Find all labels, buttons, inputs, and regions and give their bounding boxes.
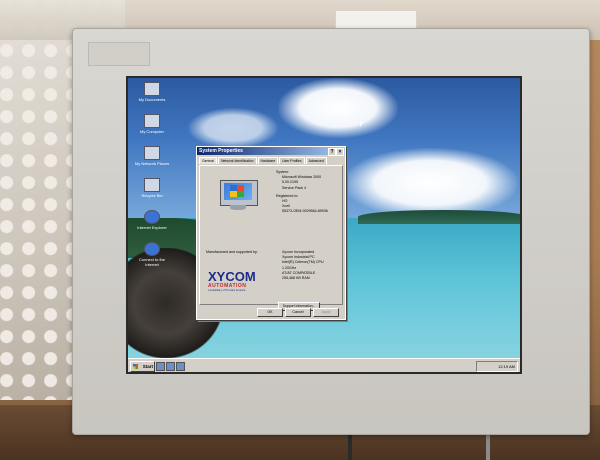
help-button[interactable]: ?	[328, 148, 336, 156]
service-pack: Service Pack 4	[282, 185, 306, 190]
wallpaper-cloud	[278, 78, 398, 138]
clock[interactable]: 12:19 AM	[498, 364, 515, 369]
ie-icon	[144, 210, 160, 224]
quicklaunch-ie-icon[interactable]	[156, 362, 165, 371]
desktop-icon-my-documents[interactable]: My Documents	[132, 82, 172, 112]
desktop-icon-connect-internet[interactable]: Connect to the Internet	[132, 242, 172, 272]
desktop-icons: My Documents My Computer My Network Plac…	[132, 82, 172, 274]
tab-network-identification[interactable]: Network Identification	[218, 157, 257, 164]
start-label: Start	[142, 364, 153, 369]
cancel-button[interactable]: Cancel	[285, 308, 311, 317]
dialog-title: System Properties	[199, 148, 243, 154]
network-icon	[144, 146, 160, 160]
xycom-logo-tagline: a subsidiary of Pro-face America	[208, 289, 246, 292]
quicklaunch-desktop-icon[interactable]	[166, 362, 175, 371]
bezel-badge	[88, 42, 150, 66]
wallpaper-island	[358, 210, 520, 224]
connect-icon	[144, 242, 160, 256]
xycom-logo: XYCOM AUTOMATION a subsidiary of Pro-fac…	[208, 269, 272, 292]
windows-computer-icon	[220, 180, 258, 210]
close-button[interactable]: ×	[336, 148, 344, 156]
windows-flag-icon	[133, 364, 138, 369]
tab-general[interactable]: General	[199, 157, 218, 164]
desktop-icon-my-computer[interactable]: My Computer	[132, 114, 172, 144]
system-tray: 12:19 AM	[476, 361, 518, 372]
tab-hardware[interactable]: Hardware	[257, 157, 279, 164]
wallpaper-cloud	[188, 108, 278, 148]
desktop-icon-my-network-places[interactable]: My Network Places	[132, 146, 172, 176]
start-button[interactable]: Start	[130, 361, 155, 372]
wallpaper-cloud	[343, 148, 518, 218]
system-info: System: Microsoft Windows 2000 5.00.2195…	[276, 170, 328, 215]
computer-icon	[144, 114, 160, 128]
tab-advanced[interactable]: Advanced	[305, 157, 327, 164]
recycle-bin-icon	[144, 178, 160, 192]
dialog-tabs: General Network Identification Hardware …	[199, 157, 343, 164]
product-id: 55373-OEM-0029564-89936	[282, 209, 328, 214]
desktop-icon-recycle-bin[interactable]: Recycle Bin	[132, 178, 172, 208]
folder-icon	[144, 82, 160, 96]
cpu-name: Intel(R) Celeron(TM) CPU	[282, 260, 324, 265]
ok-button[interactable]: OK	[257, 308, 283, 317]
tab-user-profiles[interactable]: User Profiles	[279, 157, 305, 164]
desktop-icon-internet-explorer[interactable]: Internet Explorer	[132, 210, 172, 240]
apply-button[interactable]: Apply	[313, 308, 339, 317]
monitor-screen: My Documents My Computer My Network Plac…	[126, 76, 522, 374]
xycom-logo-word: XYCOM	[208, 269, 256, 284]
dialog-titlebar[interactable]: System Properties ? ×	[197, 147, 345, 156]
quicklaunch-outlook-icon[interactable]	[176, 362, 185, 371]
manufacturer-info: Xycom Incorporated Xycom Industrial PC I…	[282, 250, 324, 281]
general-tab-panel: System: Microsoft Windows 2000 5.00.2195…	[199, 165, 343, 311]
ram-amount: 255,468 KB RAM	[282, 276, 310, 281]
mouse-cursor	[360, 122, 363, 127]
taskbar: Start 12:19 AM	[128, 358, 520, 372]
system-properties-dialog: System Properties ? × General Network Id…	[196, 146, 346, 320]
manufacturer-label: Manufactured and supported by:	[206, 250, 258, 254]
data-cable	[486, 432, 490, 460]
